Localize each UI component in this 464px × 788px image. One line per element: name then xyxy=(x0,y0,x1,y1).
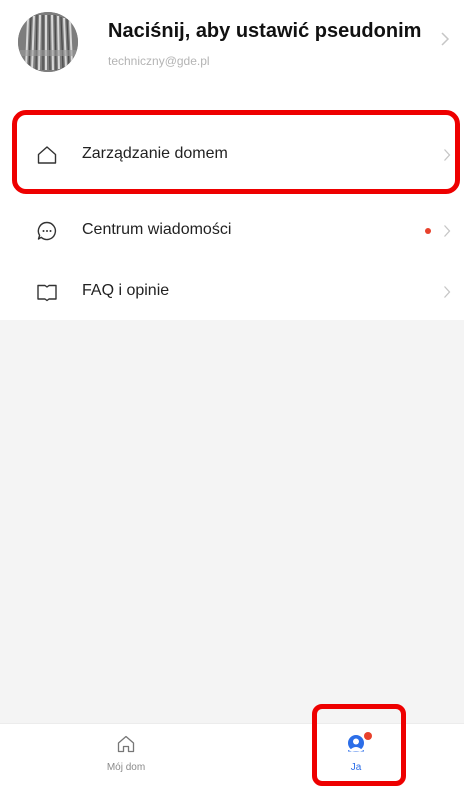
chevron-right-icon xyxy=(440,31,450,52)
menu-item-label: Zarządzanie domem xyxy=(82,145,228,162)
top-content-area: Naciśnij, aby ustawić pseudonim technicz… xyxy=(0,0,464,320)
chat-bubble-icon xyxy=(36,220,58,242)
menu-item-label: Centrum wiadomości xyxy=(82,221,232,238)
profile-header[interactable]: Naciśnij, aby ustawić pseudonim technicz… xyxy=(0,0,464,88)
menu-item-home-management[interactable]: Zarządzanie domem xyxy=(0,125,464,185)
book-icon xyxy=(36,281,58,303)
tab-me[interactable]: Ja xyxy=(296,724,416,788)
menu-item-faq-feedback[interactable]: FAQ i opinie xyxy=(0,262,464,322)
tab-my-home[interactable]: Mój dom xyxy=(66,724,186,788)
tab-label: Ja xyxy=(350,762,362,773)
menu-item-message-center[interactable]: Centrum wiadomości xyxy=(0,201,464,261)
bottom-tab-bar: Mój dom Ja xyxy=(0,723,464,788)
unread-dot xyxy=(425,228,431,234)
house-outline-icon xyxy=(115,733,137,755)
house-icon xyxy=(36,144,58,166)
tab-label: Mój dom xyxy=(106,762,146,773)
profile-email: techniczny@gde.pl xyxy=(108,54,210,68)
menu-item-label: FAQ i opinie xyxy=(82,282,170,299)
profile-name[interactable]: Naciśnij, aby ustawić pseudonim xyxy=(108,20,421,43)
chevron-right-icon xyxy=(443,285,451,304)
notification-badge xyxy=(364,732,372,740)
chevron-right-icon xyxy=(443,148,451,167)
avatar[interactable] xyxy=(18,12,78,72)
chevron-right-icon xyxy=(443,224,451,243)
